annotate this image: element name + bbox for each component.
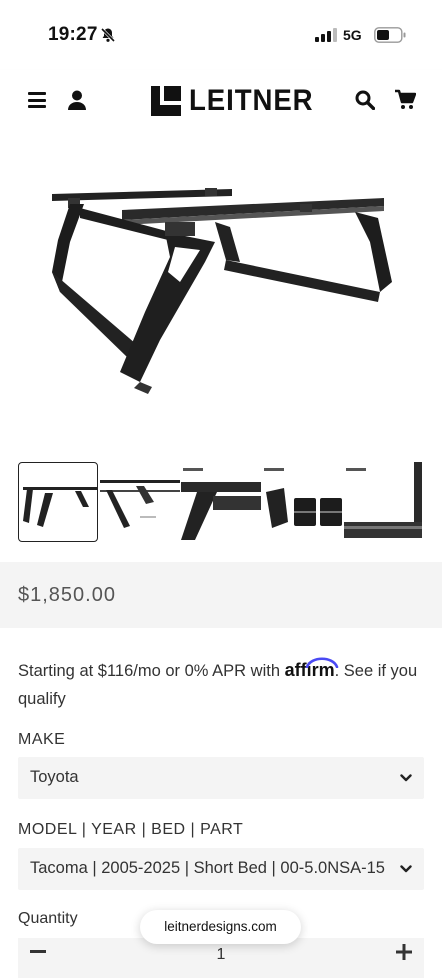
make-select[interactable]: Toyota (18, 757, 424, 799)
make-label: MAKE (18, 731, 66, 748)
model-value: Tacoma | 2005-2025 | Short Bed | 00-5.0N… (30, 859, 385, 877)
thumbnail-4[interactable] (262, 462, 342, 542)
battery-icon (374, 27, 406, 43)
account-icon[interactable] (66, 89, 88, 111)
quantity-value[interactable]: 1 (0, 946, 442, 964)
site-header: LEITNER (0, 70, 442, 132)
thumbnail-1[interactable] (18, 462, 98, 542)
truck-rack-illustration (52, 188, 392, 394)
product-price: $1,850.00 (18, 584, 116, 606)
affirm-financing-text: Starting at $116/mo or 0% APR with affir… (18, 656, 418, 713)
menu-icon[interactable] (28, 92, 46, 108)
search-icon[interactable] (355, 90, 375, 110)
quantity-label: Quantity (18, 910, 78, 927)
affirm-prefix: Starting at $116/mo or 0% APR with (18, 662, 285, 680)
model-label: MODEL | YEAR | BED | PART (18, 821, 244, 838)
price-band: $1,850.00 (0, 562, 442, 628)
cart-icon[interactable] (394, 89, 416, 111)
thumbnail-strip (0, 462, 442, 546)
signal-icon (315, 28, 337, 42)
model-select[interactable]: Tacoma | 2005-2025 | Short Bed | 00-5.0N… (18, 848, 424, 890)
affirm-logo[interactable]: affirm (285, 657, 338, 680)
status-time: 19:27 (48, 24, 98, 45)
chevron-down-icon (400, 774, 412, 782)
bell-muted-icon (100, 27, 116, 43)
brand-logo[interactable]: LEITNER (151, 84, 324, 118)
thumbnail-2[interactable] (100, 462, 180, 542)
network-type: 5G (343, 27, 362, 43)
browser-url-pill[interactable]: leitnerdesigns.com (140, 910, 301, 944)
status-bar: 19:27 5G (0, 0, 442, 70)
make-value: Toyota (30, 768, 79, 786)
chevron-down-icon (400, 865, 412, 873)
affirm-arc-icon (305, 657, 338, 668)
product-hero-image[interactable] (0, 132, 442, 452)
logo-mark-icon (151, 86, 181, 116)
brand-name: LEITNER (189, 84, 314, 117)
thumbnail-5[interactable] (344, 462, 424, 542)
thumbnail-3[interactable] (181, 462, 261, 542)
